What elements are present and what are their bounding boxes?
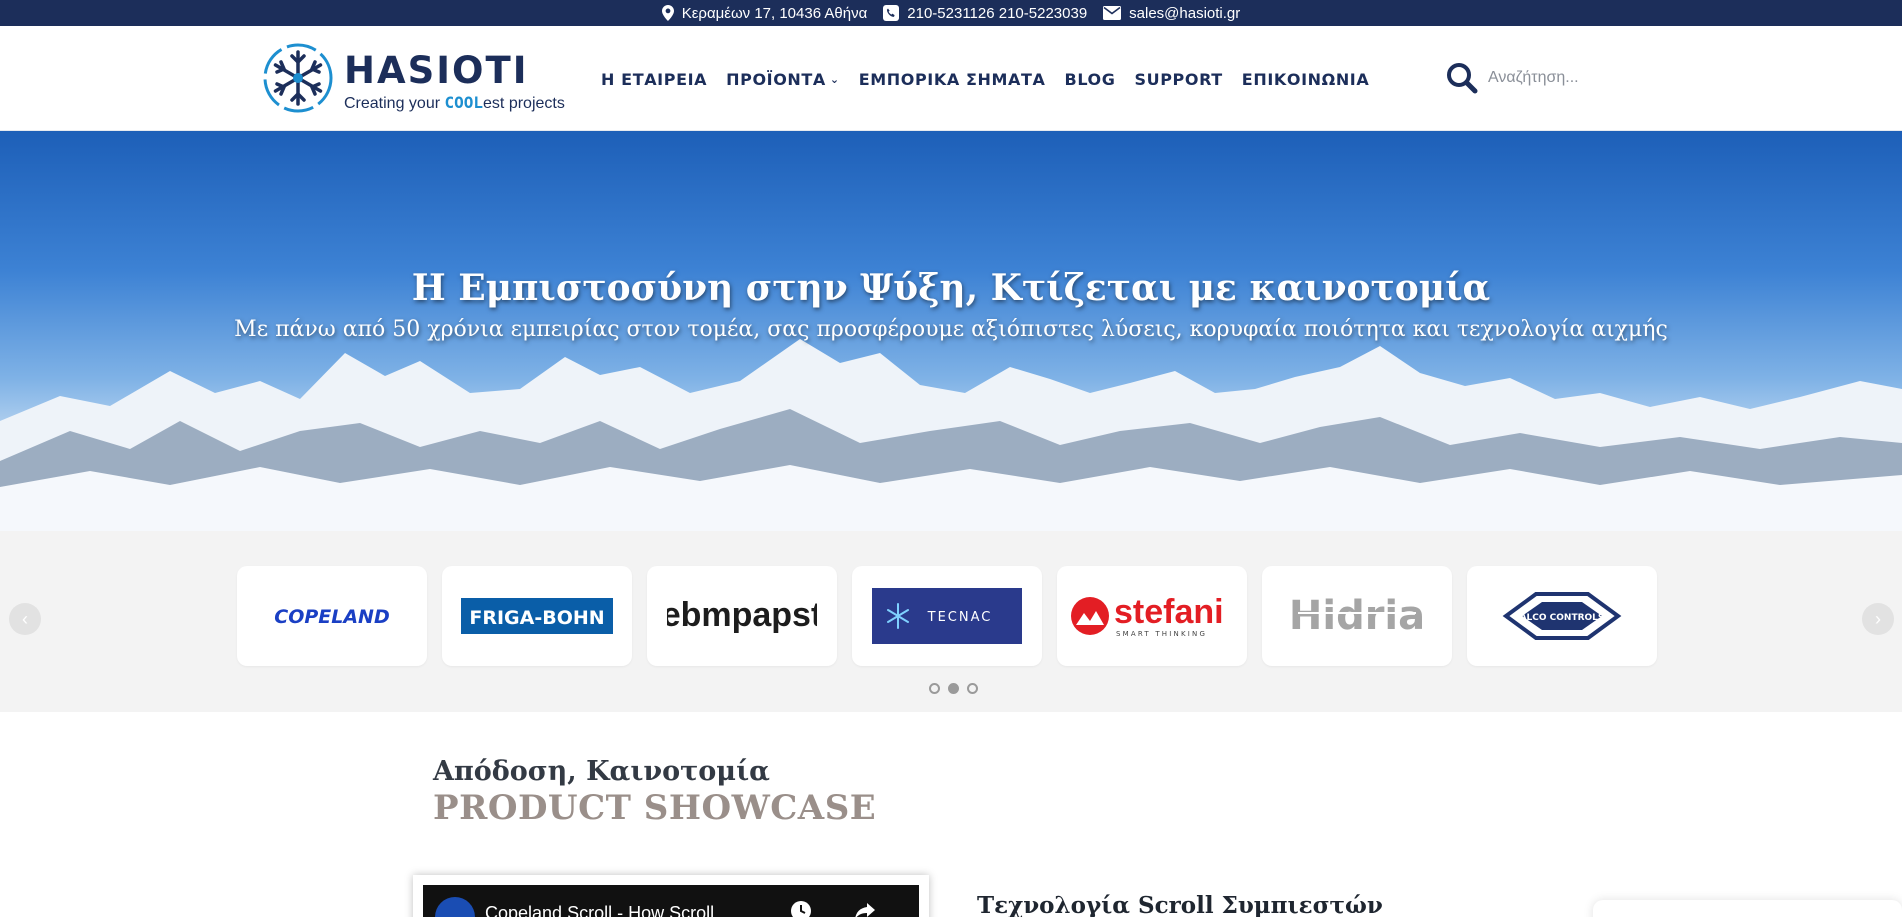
main-nav: Η ΕΤΑΙΡΕΙΑ ΠΡΟΪΟΝΤΑ ⌄ ΕΜΠΟΡΙΚΑ ΣΗΜΑΤΑ BLO… [601,70,1369,89]
address-text: Κεραμέων 17, 10436 Αθήνα [681,4,868,22]
carousel-dots [929,683,978,694]
logo-tagline: Creating your COOLest projects [344,93,565,113]
hidria-logo: Hidria [1292,593,1422,639]
nav-item-blog[interactable]: BLOG [1065,70,1116,89]
nav-label: Η ΕΤΑΙΡΕΙΑ [601,70,708,89]
search-icon[interactable] [1446,62,1478,94]
hero-banner: Η Εμπιστοσύνη στην Ψύξη, Κτίζεται με και… [0,131,1902,531]
scroll-technology-heading: Τεχνολογία Scroll Συμπιεστών [977,892,1383,917]
brand-card-copeland[interactable]: COPELAND [237,566,427,666]
alco-controls-logo: ALCO CONTROLS [1502,592,1622,640]
phone-text[interactable]: 210-5231126 210-5223039 [907,5,1087,22]
chevron-down-icon: ⌄ [829,73,840,86]
brand-card-hidria[interactable]: Hidria [1262,566,1452,666]
search-input[interactable] [1488,69,1668,87]
video-frame: Copeland Scroll - How Scroll... [413,875,929,917]
carousel-prev-button[interactable]: ‹ [9,603,41,635]
stefani-logo: stefani SMART THINKING [1071,593,1224,638]
showcase-title: PRODUCT SHOWCASE [433,788,877,828]
envelope-icon [1103,6,1122,20]
brand-card-friga-bohn[interactable]: FRIGA-BOHN [442,566,632,666]
carousel-dot-3[interactable] [967,683,978,694]
hero-title: Η Εμπιστοσύνη στην Ψύξη, Κτίζεται με και… [411,267,1491,309]
site-header: HASIOTI Creating your COOLest projects Η… [0,26,1902,131]
brand-card-ebmpapst[interactable]: ebmpapst [647,566,837,666]
site-logo[interactable]: HASIOTI Creating your COOLest projects [262,38,565,118]
nav-label: ΕΜΠΟΡΙΚΑ ΣΗΜΑΤΑ [858,70,1046,89]
brand-card-stefani[interactable]: stefani SMART THINKING [1057,566,1247,666]
youtube-video-embed[interactable]: Copeland Scroll - How Scroll... [423,885,919,917]
brand-card-tecnac[interactable]: TECNAC [852,566,1042,666]
map-pin-icon [661,5,674,21]
snowflake-logo-icon [263,43,333,113]
nav-label: SUPPORT [1134,70,1223,89]
alco-controls-logo-text: ALCO CONTROLS [1520,613,1605,623]
carousel-dot-2[interactable] [948,683,959,694]
nav-item-brands[interactable]: ΕΜΠΟΡΙΚΑ ΣΗΜΑΤΑ [859,70,1046,89]
nav-item-contact[interactable]: ΕΠΙΚΟΙΝΩΝΙΑ [1242,70,1370,89]
search-box [1446,62,1668,94]
carousel-next-button[interactable]: › [1862,603,1894,635]
copeland-logo: COPELAND [274,606,389,628]
nav-item-support[interactable]: SUPPORT [1135,70,1223,89]
friga-bohn-logo-text: FRIGA-BOHN [469,607,604,629]
tagline-pre: Creating your [344,95,445,112]
brand-card-alco-controls[interactable]: ALCO CONTROLS [1467,566,1657,666]
nav-label: ΠΡΟΪΟΝΤΑ [726,70,826,89]
nav-label: BLOG [1064,70,1116,89]
video-title[interactable]: Copeland Scroll - How Scroll... [485,903,729,917]
nav-item-products[interactable]: ΠΡΟΪΟΝΤΑ ⌄ [726,70,840,89]
email-item[interactable]: sales@hasioti.gr [1103,5,1240,22]
brand-track: COPELAND FRIGA-BOHN ebmpapst TECNAC stef… [237,566,1657,666]
ebmpapst-logo-text: ebmpapst [667,596,817,634]
tecnac-logo-text: TECNAC [927,610,993,625]
nav-label: ΕΠΙΚΟΙΝΩΝΙΑ [1241,70,1370,89]
carousel-dot-1[interactable] [929,683,940,694]
hidria-logo-text: Hidria [1292,593,1422,639]
top-contact-bar: Κεραμέων 17, 10436 Αθήνα 210-5231126 210… [0,0,1902,26]
share-icon[interactable] [853,899,877,917]
phone-icon [883,5,900,21]
phone-item[interactable]: 210-5231126 210-5223039 [883,5,1087,22]
stefani-tagline: SMART THINKING [1116,630,1207,638]
side-card [1593,900,1902,917]
email-link[interactable]: sales@hasioti.gr [1129,5,1240,22]
tagline-cool: COOL [444,93,484,112]
hero-subtitle: Με πάνω από 50 χρόνια εμπειρίας στον τομ… [234,317,1668,342]
ebmpapst-logo: ebmpapst [667,596,817,634]
channel-avatar[interactable] [435,897,475,917]
brand-carousel: ‹ COPELAND FRIGA-BOHN ebmpapst TECNAC st… [0,531,1902,712]
friga-bohn-logo: FRIGA-BOHN [461,598,613,634]
address-item: Κεραμέων 17, 10436 Αθήνα [661,4,868,22]
nav-item-company[interactable]: Η ΕΤΑΙΡΕΙΑ [601,70,707,89]
tagline-post: est projects [483,95,565,112]
tecnac-logo: TECNAC [872,588,1022,644]
watch-later-icon[interactable] [789,899,813,917]
copeland-logo-text: COPELAND [274,606,389,628]
showcase-kicker: Απόδοση, Καινοτομία [433,756,770,787]
logo-wordmark: HASIOTI [344,49,529,92]
stefani-logo-text: stefani [1114,593,1224,631]
